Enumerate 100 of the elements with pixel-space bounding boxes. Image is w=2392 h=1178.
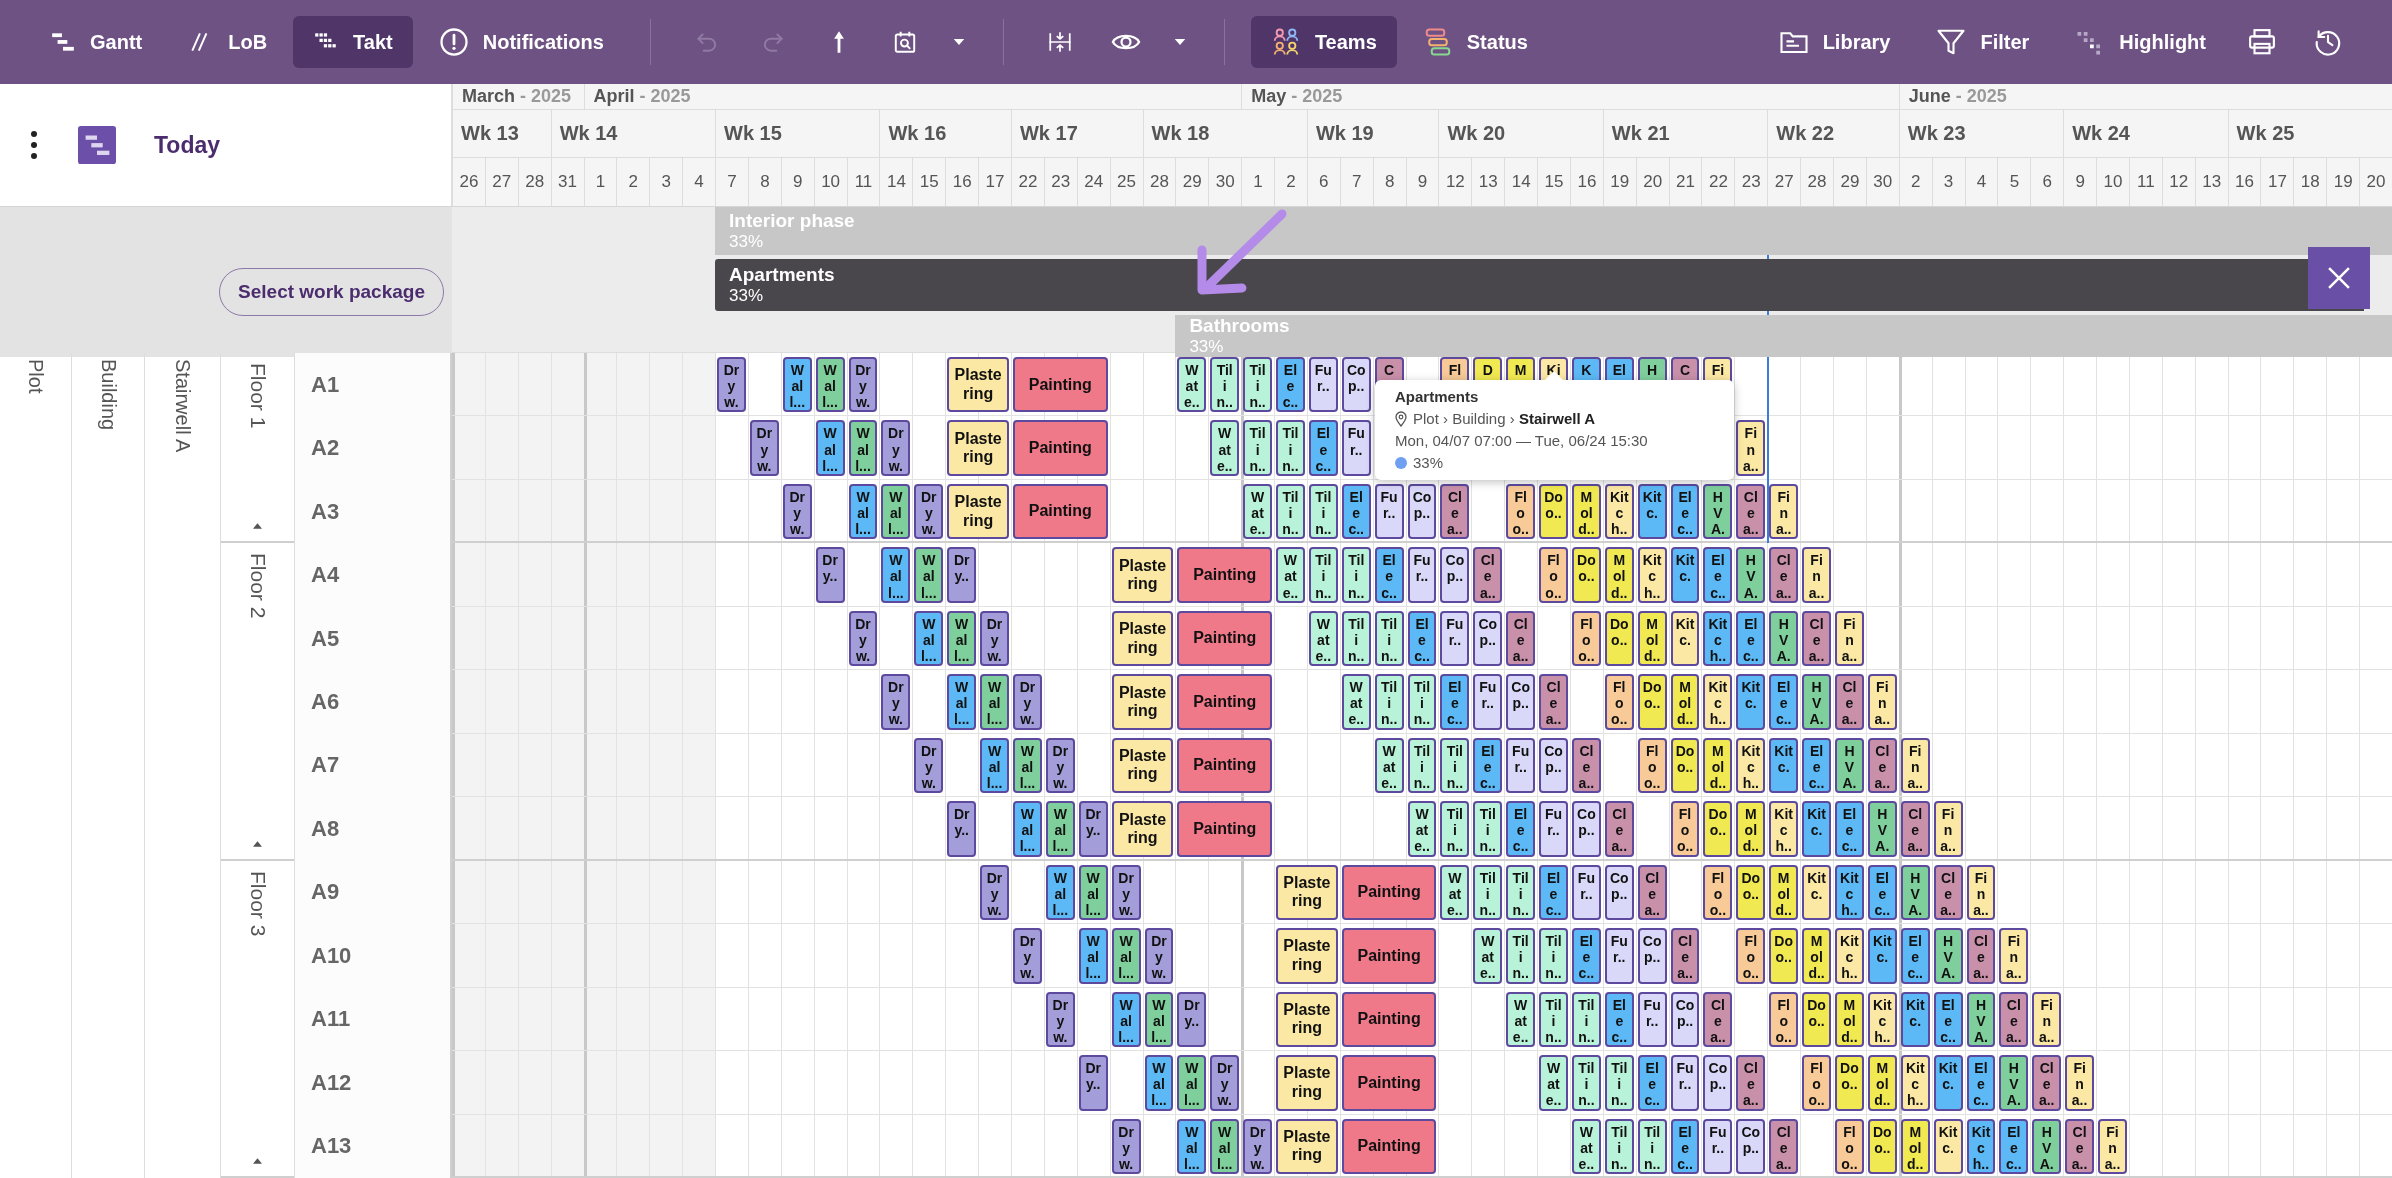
month-label: March - 2025	[452, 84, 584, 110]
day-label: 13	[2194, 158, 2228, 206]
day-label: 12	[2161, 158, 2195, 206]
day-label: 26	[452, 158, 485, 206]
day-label: 9	[780, 158, 814, 206]
week-label: Wk 23	[1898, 110, 2064, 158]
day-label: 27	[1767, 158, 1801, 206]
day-label: 15	[912, 158, 946, 206]
stairwell-label: Stairwell A	[145, 353, 221, 1178]
week-label: Wk 18	[1142, 110, 1307, 158]
day-label: 5	[1997, 158, 2031, 206]
unit-label: A12	[295, 1051, 452, 1115]
day-label: 2	[1898, 158, 1932, 206]
day-label: 3	[1931, 158, 1965, 206]
day-label: 19	[2326, 158, 2360, 206]
day-label: 28	[1800, 158, 1833, 206]
unit-label: A5	[295, 606, 452, 671]
day-label: 16	[1569, 158, 1603, 206]
week-label: Wk 24	[2063, 110, 2228, 158]
day-label: 27	[484, 158, 518, 206]
day-label: 4	[1964, 158, 1998, 206]
day-label: 2	[1274, 158, 1307, 206]
day-label: 2	[616, 158, 650, 206]
day-label: 17	[2260, 158, 2294, 206]
week-label: Wk 16	[879, 110, 1011, 158]
day-label: 30	[1865, 158, 1899, 206]
day-label: 25	[1109, 158, 1143, 206]
unit-label: A3	[295, 479, 452, 544]
month-label: April - 2025	[583, 84, 1242, 110]
week-label: Wk 21	[1602, 110, 1768, 158]
phase-name: Bathrooms	[1189, 315, 1290, 337]
day-label: 17	[978, 158, 1011, 206]
day-label: 22	[1010, 158, 1044, 206]
day-label: 23	[1734, 158, 1768, 206]
day-label: 28	[517, 158, 551, 206]
day-label: 9	[2063, 158, 2097, 206]
day-label: 24	[1076, 158, 1110, 206]
day-label: 15	[1537, 158, 1570, 206]
phase-progress: 33%	[1189, 337, 1224, 357]
tooltip-title: Apartments	[1395, 388, 1480, 406]
floor-label: Floor 3	[245, 870, 270, 937]
date-range: Mon, 04/07 07:00 — Tue, 06/24 15:30	[1395, 432, 1649, 450]
unit-label: A2	[295, 416, 452, 480]
unit-label: A11	[295, 987, 452, 1052]
unit-label: A13	[295, 1114, 452, 1178]
day-label: 9	[1405, 158, 1439, 206]
month-label: May - 2025	[1241, 84, 1899, 110]
day-label: 14	[1504, 158, 1538, 206]
week-label: Wk 19	[1306, 110, 1439, 158]
unit-label: A9	[295, 860, 452, 925]
day-label: 23	[1043, 158, 1077, 206]
week-label: Wk 14	[550, 110, 716, 158]
floor-label: Floor 2	[245, 553, 270, 619]
day-label: 16	[945, 158, 979, 206]
day-label: 8	[1372, 158, 1406, 206]
day-label: 19	[1602, 158, 1636, 206]
day-label: 10	[2096, 158, 2129, 206]
day-label: 29	[1175, 158, 1209, 206]
floor-label: Floor 1	[245, 363, 270, 429]
day-label: 29	[1833, 158, 1866, 206]
plot-label: Plot	[0, 353, 72, 1178]
building-label: Building	[72, 353, 145, 1178]
day-label: 7	[1339, 158, 1373, 206]
day-label: 16	[2227, 158, 2261, 206]
day-label: 11	[2128, 158, 2162, 206]
week-label: Wk 20	[1438, 110, 1603, 158]
day-label: 12	[1438, 158, 1472, 206]
day-label: 8	[747, 158, 781, 206]
unit-label: A6	[295, 670, 452, 734]
day-label: 6	[2030, 158, 2064, 206]
phase-name: Interior phase	[729, 210, 855, 232]
day-label: 21	[1668, 158, 1702, 206]
day-label: 6	[1306, 158, 1340, 206]
day-label: 31	[550, 158, 584, 206]
day-label: 3	[649, 158, 683, 206]
day-label: 10	[813, 158, 847, 206]
day-label: 18	[2293, 158, 2327, 206]
phase-progress: 33%	[729, 286, 764, 306]
day-label: 14	[879, 158, 913, 206]
day-label: 1	[1241, 158, 1275, 206]
unit-label: A8	[295, 797, 452, 861]
location-path: Plot › Building › Stairwell A	[1413, 410, 1596, 428]
week-label: Wk 17	[1010, 110, 1143, 158]
day-label: 22	[1701, 158, 1735, 206]
month-label: June - 2025	[1898, 84, 2392, 110]
unit-label: A1	[295, 353, 452, 417]
unit-label: A7	[295, 733, 452, 798]
day-label: 20	[2359, 158, 2392, 206]
week-label: Wk 25	[2227, 110, 2392, 158]
day-label: 1	[583, 158, 617, 206]
week-label: Wk 13	[452, 110, 551, 158]
week-label: Wk 15	[715, 110, 880, 158]
phase-progress: 33%	[729, 232, 764, 252]
day-label: 11	[846, 158, 880, 206]
unit-label: A10	[295, 924, 452, 988]
day-label: 4	[682, 158, 716, 206]
progress-text: 33%	[1413, 454, 1444, 472]
day-label: 30	[1208, 158, 1242, 206]
phase-name: Apartments	[729, 264, 835, 286]
day-label: 13	[1471, 158, 1505, 206]
